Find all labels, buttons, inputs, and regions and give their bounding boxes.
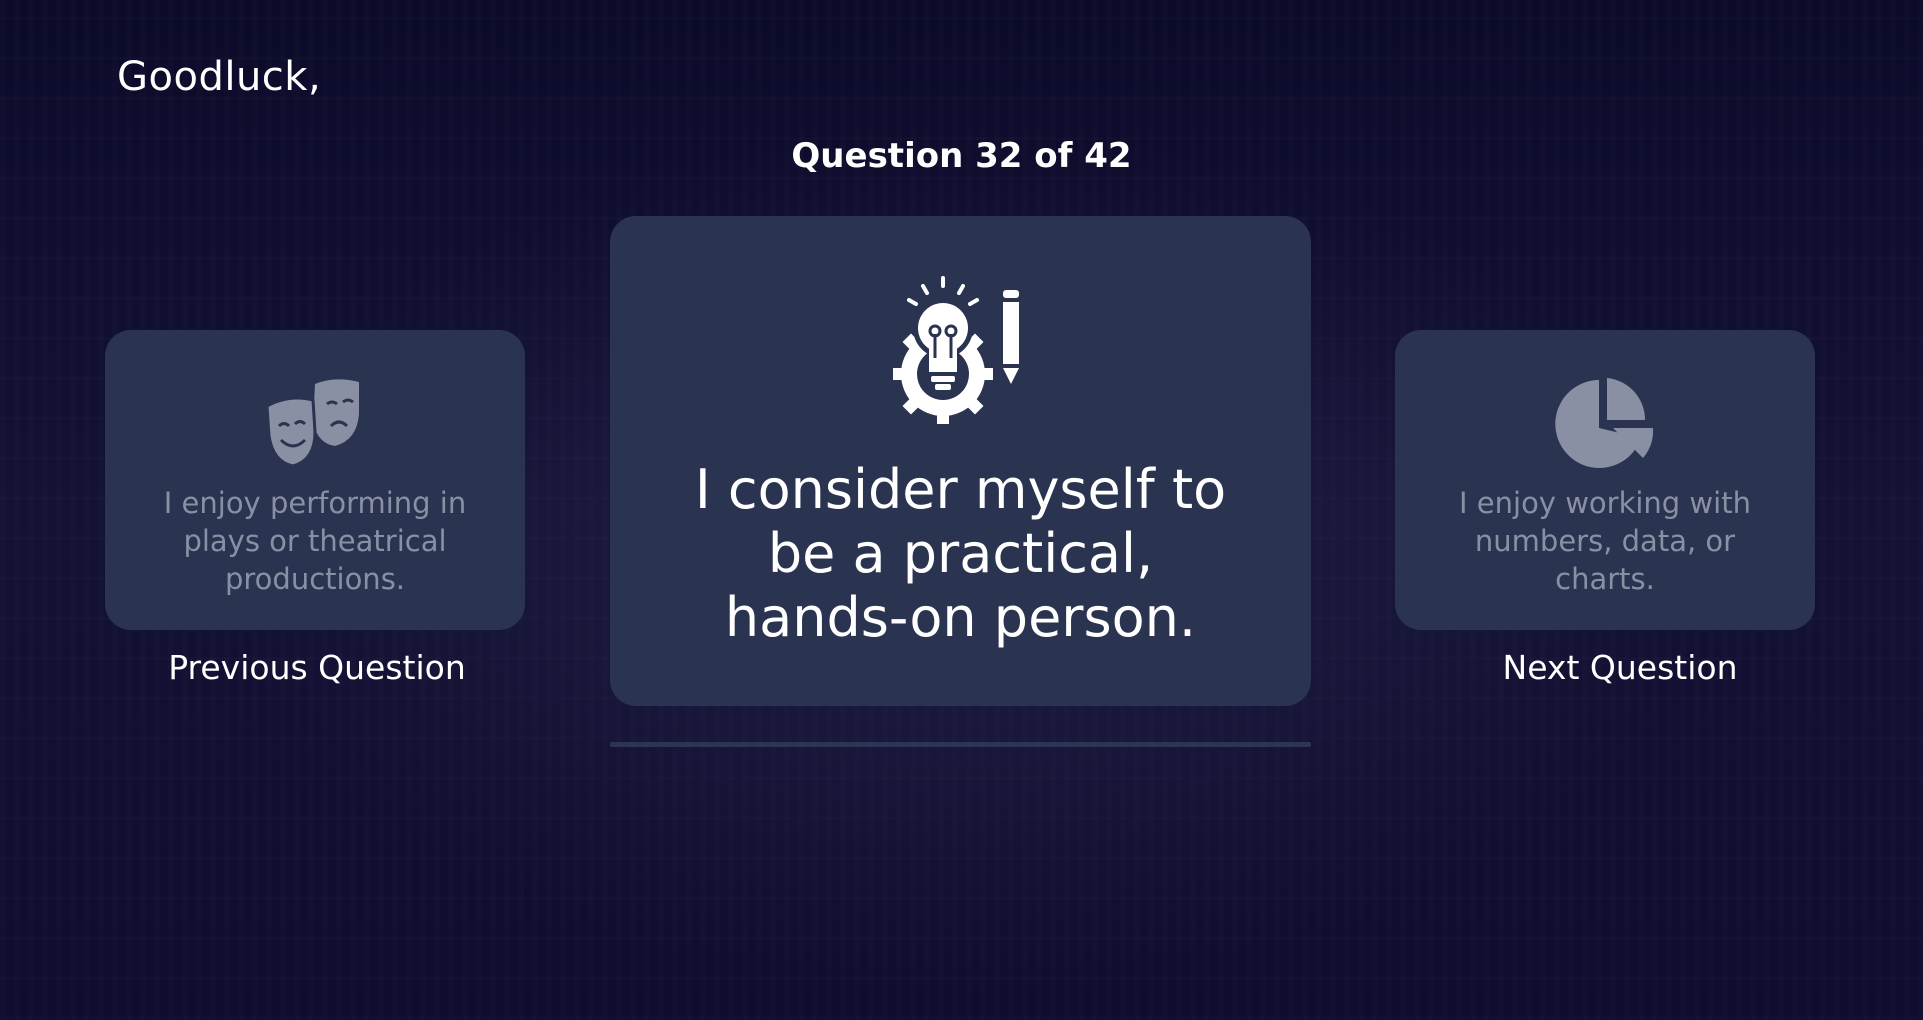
pie-chart-icon — [1555, 378, 1654, 468]
greeting-text: Goodluck, — [117, 54, 322, 100]
current-question-text: I consider myself to be a practical, han… — [694, 458, 1227, 649]
current-question-card: I consider myself to be a practical, han… — [610, 216, 1311, 706]
next-question-button[interactable]: Next Question — [1410, 648, 1830, 687]
progress-bar — [610, 742, 1311, 747]
next-question-text: I enjoy working with numbers, data, or c… — [1459, 486, 1751, 596]
theater-masks-icon — [265, 379, 359, 468]
previous-question-card[interactable]: I enjoy performing in plays or theatrica… — [105, 330, 525, 630]
previous-question-text: I enjoy performing in plays or theatrica… — [163, 486, 467, 596]
next-question-card[interactable]: I enjoy working with numbers, data, or c… — [1395, 330, 1815, 630]
question-counter: Question 32 of 42 — [791, 136, 1132, 176]
previous-question-button[interactable]: Previous Question — [107, 648, 527, 687]
lightbulb-gear-pencil-icon — [892, 276, 1019, 424]
